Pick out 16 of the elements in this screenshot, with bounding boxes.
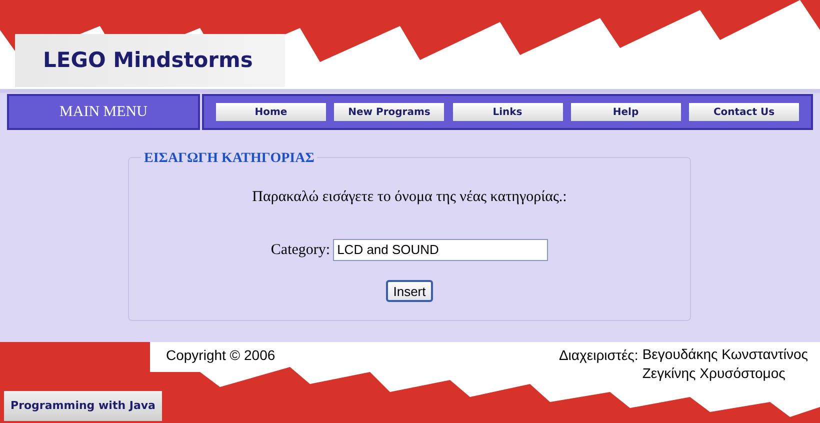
nav-link[interactable]: Contact Us (689, 103, 799, 121)
nav-link[interactable]: Links (452, 103, 562, 121)
logo-text: LEGO Mindstorms (43, 46, 253, 74)
insert-button[interactable]: Insert (386, 280, 433, 302)
badge-text: Programming with Java (10, 400, 156, 412)
admins-label: Διαχειριστές: (558, 346, 638, 365)
nav-link[interactable]: Help (570, 103, 681, 121)
instruction-text: Παρακαλώ εισάγετε το όνομα της νέας κατηγορίας.: (252, 188, 567, 207)
category-label: Category: (270, 240, 330, 260)
nav-link[interactable]: New Programs (334, 103, 444, 121)
main-menu-label: MAIN MENU (7, 94, 200, 130)
copyright-text: Copyright © 2006 (166, 346, 276, 365)
category-input[interactable]: LCD and SOUND (333, 238, 548, 261)
admin-name: Ζεγκίνης Χρυσόστομος (642, 364, 786, 383)
admin-name: Βεγουδάκης Κωνσταντίνος (642, 345, 808, 364)
nav-link[interactable]: Home (216, 103, 326, 121)
